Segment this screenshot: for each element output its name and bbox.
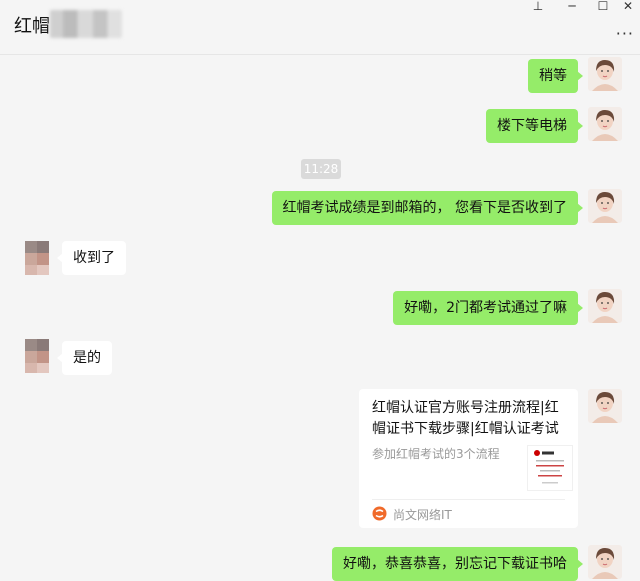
maximize-icon[interactable]: ☐: [591, 0, 615, 14]
message-bubble-peer[interactable]: 是的: [57, 341, 112, 375]
woman-portrait-icon: [588, 189, 622, 223]
message-bubble-peer[interactable]: 收到了: [57, 241, 126, 275]
message-bubble-self[interactable]: 楼下等电梯: [486, 109, 583, 143]
title-bar: 红帽 ⊥ ─ ☐ ✕ ···: [0, 0, 640, 55]
card-source: 尚文网络IT: [393, 508, 452, 522]
self-avatar[interactable]: [588, 107, 622, 141]
self-avatar[interactable]: [588, 389, 622, 423]
peer-avatar[interactable]: [21, 339, 55, 373]
woman-portrait-icon: [588, 389, 622, 423]
peer-avatar[interactable]: [21, 241, 55, 275]
card-thumbnail: [527, 445, 573, 491]
woman-portrait-icon: [588, 57, 622, 91]
card-title: 红帽认证官方账号注册流程|红帽证书下载步骤|红帽认证考试流...: [372, 400, 559, 437]
blurred-name: [50, 10, 122, 38]
self-avatar[interactable]: [588, 545, 622, 579]
minimize-icon[interactable]: ─: [560, 0, 584, 14]
self-avatar[interactable]: [588, 57, 622, 91]
link-card[interactable]: 红帽认证官方账号注册流程|红帽证书下载步骤|红帽认证考试流... 参加红帽考试的…: [359, 389, 578, 528]
mosaic-avatar-icon: [21, 241, 55, 275]
timestamp: 11:28: [301, 159, 341, 179]
document-thumbnail-icon: [528, 446, 572, 490]
self-avatar[interactable]: [588, 289, 622, 323]
message-bubble-self[interactable]: 红帽考试成绩是到邮箱的， 您看下是否收到了: [271, 191, 584, 225]
self-avatar[interactable]: [588, 189, 622, 223]
card-divider: [372, 499, 565, 500]
mosaic-avatar-icon: [21, 339, 55, 373]
source-logo-icon: [372, 506, 387, 521]
message-bubble-self[interactable]: 稍等: [528, 59, 583, 93]
more-icon[interactable]: ···: [616, 24, 634, 43]
woman-portrait-icon: [588, 545, 622, 579]
woman-portrait-icon: [588, 107, 622, 141]
chat-area: 稍等 楼下等电梯 11:28 红帽考试成绩是到邮箱的， 您看下是否收到了 收到了…: [0, 55, 640, 581]
card-description: 参加红帽考试的3个流程: [372, 447, 500, 461]
woman-portrait-icon: [588, 289, 622, 323]
message-bubble-self[interactable]: 好嘞，2门都考试通过了嘛: [393, 291, 583, 325]
pin-icon[interactable]: ⊥: [526, 0, 550, 14]
close-icon[interactable]: ✕: [616, 0, 640, 14]
chat-title: 红帽: [14, 16, 50, 37]
